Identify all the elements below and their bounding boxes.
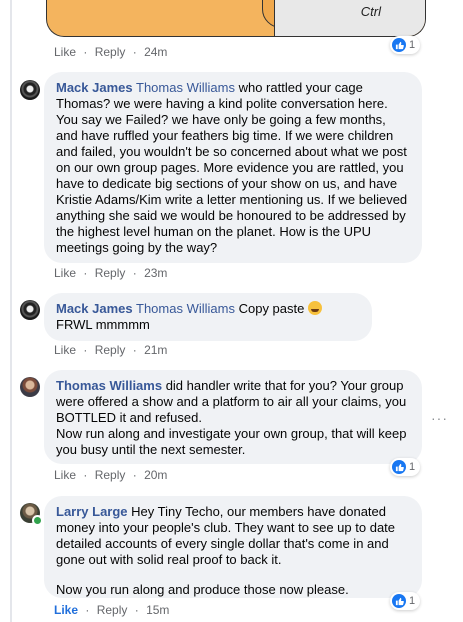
reaction-count[interactable]: 1 xyxy=(390,36,421,54)
reply-link[interactable]: Reply xyxy=(95,45,126,59)
avatar[interactable] xyxy=(20,300,40,320)
more-options-icon[interactable]: ··· xyxy=(431,410,448,426)
comment-author[interactable]: Mack James xyxy=(56,301,133,316)
comment-actions: Like · Reply · 20m xyxy=(54,468,167,482)
avatar[interactable] xyxy=(20,80,40,100)
separator: · xyxy=(134,603,139,617)
comment-actions: Like · Reply · 24m xyxy=(54,45,167,59)
comment-text: who rattled your cage Thomas? we were ha… xyxy=(56,80,408,255)
separator: · xyxy=(132,468,137,482)
timestamp[interactable]: 20m xyxy=(144,468,167,482)
thread-line xyxy=(10,0,12,622)
reaction-number: 1 xyxy=(409,595,416,607)
thumbs-up-icon xyxy=(392,38,406,52)
comment-author[interactable]: Larry Large xyxy=(56,504,128,519)
comment-text-line2: Now you run along and produce those now … xyxy=(56,582,349,597)
rolling-laughing-emoji xyxy=(307,301,322,315)
separator: · xyxy=(132,266,137,280)
reply-link[interactable]: Reply xyxy=(95,343,126,357)
comment-bubble: Thomas Williams did handler write that f… xyxy=(44,370,422,464)
like-link[interactable]: Like xyxy=(54,603,78,617)
comment-author[interactable]: Mack James xyxy=(56,80,133,95)
like-link[interactable]: Like xyxy=(54,468,76,482)
timestamp[interactable]: 23m xyxy=(144,266,167,280)
comment-bubble: Larry Large Hey Tiny Techo, our members … xyxy=(44,496,422,598)
timestamp[interactable]: 21m xyxy=(144,343,167,357)
reaction-count[interactable]: 1 xyxy=(390,458,421,476)
comment-actions: Like · Reply · 21m xyxy=(54,343,167,357)
image-panel xyxy=(274,0,425,36)
comment-author[interactable]: Thomas Williams xyxy=(56,378,162,393)
separator: · xyxy=(83,468,88,482)
separator: · xyxy=(132,45,137,59)
comment-text-after-emoji: FRWL mmmmm xyxy=(56,317,150,332)
separator: · xyxy=(132,343,137,357)
thumbs-up-icon xyxy=(392,594,406,608)
online-status-dot xyxy=(32,515,43,526)
mention-link[interactable]: Thomas Williams xyxy=(136,301,235,316)
comment-actions: Like · Reply · 23m xyxy=(54,266,167,280)
comment-text: Copy paste xyxy=(234,301,308,316)
reaction-number: 1 xyxy=(409,39,416,51)
thumbs-up-icon xyxy=(392,460,406,474)
image-ctrl-text: Ctrl xyxy=(360,4,381,19)
timestamp[interactable]: 24m xyxy=(144,45,167,59)
reaction-count[interactable]: 1 xyxy=(390,592,421,610)
reply-link[interactable]: Reply xyxy=(97,603,128,617)
separator: · xyxy=(85,603,90,617)
separator: · xyxy=(83,45,88,59)
reply-link[interactable]: Reply xyxy=(95,266,126,280)
mention-link[interactable]: Thomas Williams xyxy=(136,80,235,95)
reaction-number: 1 xyxy=(409,461,416,473)
comment-text-line2: Now run along and investigate your own g… xyxy=(56,426,407,457)
comment-bubble: Mack James Thomas Williams Copy paste FR… xyxy=(44,293,372,341)
comment-image-attachment[interactable]: Ctrl xyxy=(46,0,426,37)
separator: · xyxy=(83,266,88,280)
separator: · xyxy=(83,343,88,357)
like-link[interactable]: Like xyxy=(54,266,76,280)
reply-link[interactable]: Reply xyxy=(95,468,126,482)
comment-actions: Like · Reply · 15m xyxy=(54,603,169,617)
like-link[interactable]: Like xyxy=(54,45,76,59)
like-link[interactable]: Like xyxy=(54,343,76,357)
timestamp[interactable]: 15m xyxy=(146,603,169,617)
comment-bubble: Mack James Thomas Williams who rattled y… xyxy=(44,72,422,263)
avatar[interactable] xyxy=(20,377,40,397)
